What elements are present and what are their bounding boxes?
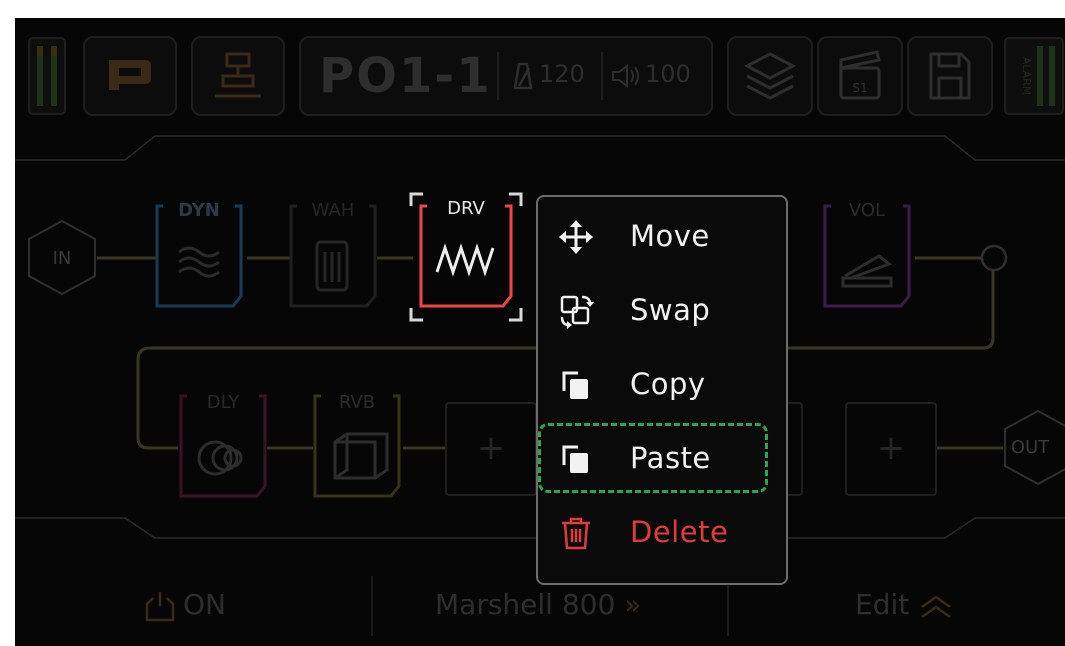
input-label: IN: [52, 248, 72, 269]
paste-icon: [562, 445, 588, 473]
menu-item-copy-label: Copy: [630, 367, 706, 401]
empty-slot-2[interactable]: [787, 402, 803, 496]
battery-meter: ALARM: [1004, 37, 1064, 115]
menu-item-delete-label: Delete: [630, 515, 729, 549]
preset-name: PO1-1: [319, 48, 492, 104]
clapperboard-icon: S1: [839, 50, 881, 100]
menu-item-move-label: Move: [630, 219, 710, 253]
block-rvb-label: RVB: [338, 392, 376, 413]
scene-badge: S1: [852, 81, 867, 95]
layers-icon: [743, 52, 797, 100]
menu-item-move[interactable]: Move: [538, 207, 786, 263]
logo-button[interactable]: [83, 36, 177, 116]
add-icon: +: [476, 428, 506, 468]
device-screen: IN OUT PO1-1 120 100 S1 ALARM DYN WAH DR…: [15, 18, 1065, 646]
reverb-room-icon: [333, 432, 389, 480]
amp-model-name: Marshell 800: [435, 588, 616, 621]
edit-label: Edit: [855, 588, 910, 621]
double-chevron-up-icon: [921, 595, 951, 619]
output-label: OUT: [1010, 437, 1050, 458]
double-chevron-right-icon: »: [624, 588, 642, 621]
floppy-disk-icon: [929, 52, 971, 100]
preset-panel[interactable]: PO1-1 120 100: [299, 36, 713, 116]
brand-logo-icon: [109, 60, 151, 90]
menu-item-paste-label: Paste: [630, 441, 711, 475]
tempo-value: 120: [539, 60, 585, 88]
save-button[interactable]: [907, 36, 993, 116]
battery-label: ALARM: [1020, 57, 1033, 96]
wah-pedal-icon: [315, 240, 349, 292]
swap-icon: [560, 295, 594, 329]
empty-slot-1[interactable]: +: [445, 402, 537, 496]
block-dly-label: DLY: [206, 392, 240, 413]
menu-item-delete[interactable]: Delete: [538, 503, 786, 559]
block-drv-label: DRV: [447, 198, 485, 219]
metronome-icon: [513, 62, 533, 90]
trash-icon: [562, 517, 590, 550]
dynamics-wave-icon: [178, 246, 220, 278]
pedal-button[interactable]: [191, 36, 285, 116]
add-icon: +: [876, 428, 906, 468]
move-arrows-icon: [559, 220, 593, 254]
block-vol-label: VOL: [848, 200, 886, 221]
scene-button[interactable]: S1: [817, 36, 903, 116]
volume-pedal-icon: [841, 254, 893, 288]
edit-button[interactable]: Edit: [855, 588, 954, 621]
power-icon: [145, 592, 175, 622]
speaker-icon: [612, 64, 639, 88]
menu-item-swap[interactable]: Swap: [538, 281, 786, 337]
layers-button[interactable]: [727, 36, 813, 116]
drive-wave-icon: [435, 243, 495, 277]
empty-slot-3[interactable]: +: [845, 402, 937, 496]
amp-model-link[interactable]: Marshell 800 »: [435, 588, 641, 621]
delay-circles-icon: [197, 440, 243, 476]
power-toggle[interactable]: ON: [183, 588, 226, 621]
block-wah-label: WAH: [311, 200, 355, 221]
menu-item-paste[interactable]: Paste: [538, 429, 786, 485]
menu-item-copy[interactable]: Copy: [538, 355, 786, 411]
footswitch-icon: [215, 52, 261, 98]
copy-icon: [562, 371, 588, 399]
context-menu: Move Swap Copy Paste Delete: [536, 195, 788, 585]
input-level-meter: [28, 37, 66, 115]
volume-value: 100: [645, 60, 691, 88]
block-dyn-label: DYN: [178, 200, 220, 221]
menu-item-swap-label: Swap: [630, 293, 711, 327]
